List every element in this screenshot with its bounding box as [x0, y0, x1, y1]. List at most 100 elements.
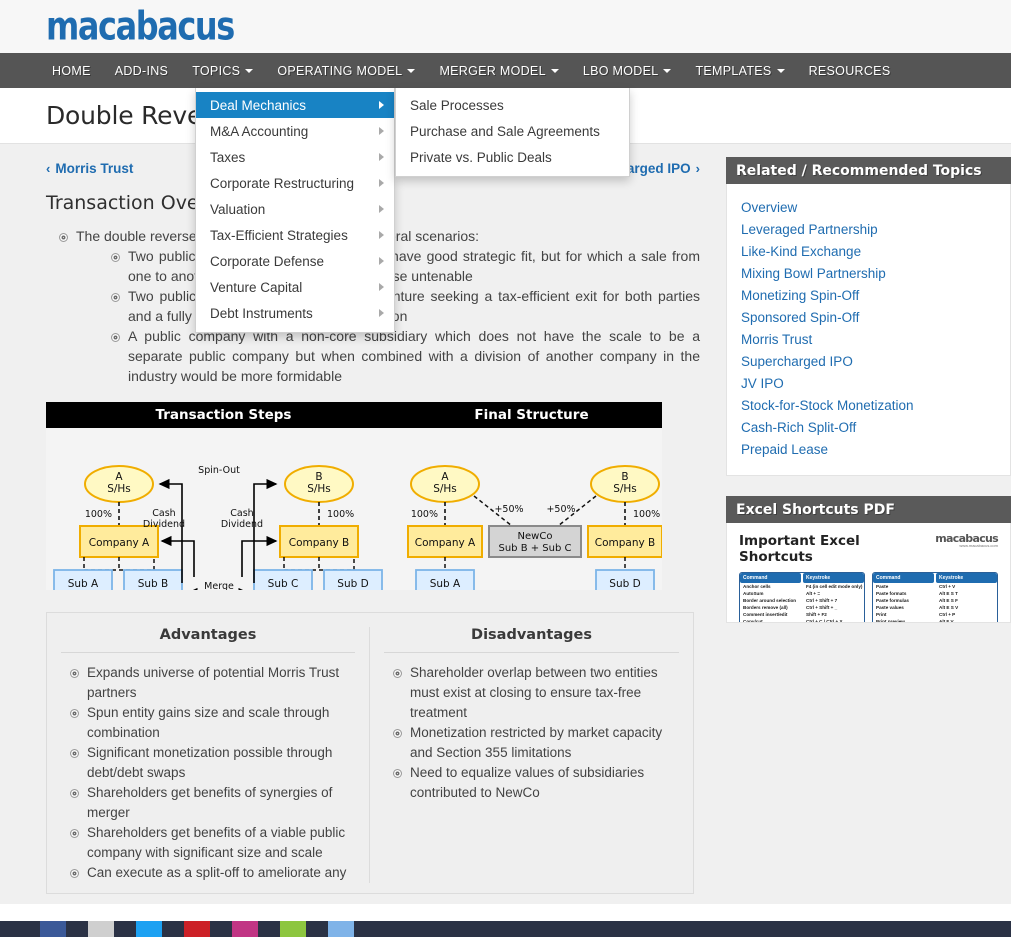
cell-keystroke: Alt F V [939, 619, 954, 623]
sidebar-link-like-kind-exchange[interactable]: Like-Kind Exchange [741, 241, 996, 263]
linkedin-icon[interactable] [328, 921, 354, 937]
cell-keystroke: Ctrl + Shift + 7 [806, 598, 838, 603]
excel-preview-logo: macabacus www.macabacus.com [935, 533, 998, 548]
diagram-svg: A S/Hs B S/Hs 100% 100% Company A Compan [53, 465, 662, 590]
excel-shortcuts-title: Excel Shortcuts PDF [726, 496, 1011, 523]
menu-item-corporate-defense[interactable]: Corporate Defense [196, 248, 394, 274]
nav-label: HOME [52, 63, 91, 78]
rss-icon[interactable] [88, 921, 114, 937]
diagram-body: A S/Hs B S/Hs 100% 100% Company A Compan [46, 428, 662, 590]
prev-article-link[interactable]: ‹ Morris Trust [46, 161, 133, 176]
cell-keystroke: Ctrl + C / Ctrl + X [806, 619, 843, 623]
sidebar-link-jv-ipo[interactable]: JV IPO [741, 373, 996, 395]
menu-item-valuation[interactable]: Valuation [196, 196, 394, 222]
nav-item-templates[interactable]: TEMPLATES [683, 53, 796, 88]
svg-text:Sub A: Sub A [68, 578, 99, 590]
nav-item-operating-model[interactable]: OPERATING MODEL [265, 53, 427, 88]
advantages-column: Advantages Expands universe of potential… [47, 627, 370, 883]
table-row: AutoSum Alt + = [740, 590, 864, 597]
cell-command: Paste formats [876, 591, 907, 596]
chevron-right-icon [379, 283, 384, 291]
submenu-item-private-vs-public-deals[interactable]: Private vs. Public Deals [396, 144, 629, 170]
list-item: Shareholders get benefits of a viable pu… [61, 823, 355, 863]
topics-dropdown-menu: Deal Mechanics M&A Accounting Taxes Corp… [195, 88, 395, 333]
chevron-right-icon [379, 257, 384, 265]
svg-text:B: B [621, 471, 628, 483]
cell-keystroke: F4 (in cell edit mode only) [806, 584, 863, 589]
cell-command: Border around selection [743, 598, 797, 603]
sidebar-link-mixing-bowl-partnership[interactable]: Mixing Bowl Partnership [741, 263, 996, 285]
transaction-diagram: Transaction Steps Final Structure A S/Hs [46, 402, 662, 590]
table-row: Paste Ctrl + V [873, 583, 997, 590]
diagram-header: Transaction Steps Final Structure [46, 402, 662, 428]
list-item: Two public companies with divisions that… [98, 246, 700, 286]
sidebar-link-leveraged-partnership[interactable]: Leveraged Partnership [741, 219, 996, 241]
menu-label: M&A Accounting [210, 123, 309, 139]
nav-item-home[interactable]: HOME [40, 53, 103, 88]
sidebar-link-overview[interactable]: Overview [741, 197, 996, 219]
rss-feed-icon[interactable] [280, 921, 306, 937]
menu-label: Corporate Restructuring [210, 175, 355, 191]
cell-command: Print preview [876, 619, 905, 623]
menu-item-ma-accounting[interactable]: M&A Accounting [196, 118, 394, 144]
menu-item-deal-mechanics[interactable]: Deal Mechanics [196, 92, 394, 118]
svg-text:A: A [115, 471, 123, 483]
svg-text:Dividend: Dividend [143, 519, 185, 530]
svg-text:A: A [441, 471, 449, 483]
excel-shortcuts-preview[interactable]: Important Excel Shortcuts macabacus www.… [726, 523, 1011, 623]
cell-command: AutoSum [743, 591, 764, 596]
excel-preview-header: Important Excel Shortcuts macabacus www.… [739, 533, 999, 565]
table-header-row: Command Keystroke [873, 573, 997, 583]
chevron-right-icon: › [695, 160, 700, 176]
related-topics-list: Overview Leveraged Partnership Like-Kind… [726, 184, 1011, 476]
menu-item-tax-efficient-strategies[interactable]: Tax-Efficient Strategies [196, 222, 394, 248]
list-item: Two public companies in a 50:50 joint ve… [98, 286, 700, 326]
facebook-icon[interactable] [40, 921, 66, 937]
menu-item-corporate-restructuring[interactable]: Corporate Restructuring [196, 170, 394, 196]
cell-keystroke: Ctrl + Shift + _ [806, 605, 838, 610]
sidebar-link-stock-for-stock-monetization[interactable]: Stock-for-Stock Monetization [741, 395, 996, 417]
nav-item-merger-model[interactable]: MERGER MODEL [427, 53, 570, 88]
nav-item-add-ins[interactable]: ADD-INS [103, 53, 181, 88]
svg-text:S/Hs: S/Hs [613, 483, 637, 495]
chevron-down-icon [776, 68, 785, 73]
nav-label: TEMPLATES [695, 63, 772, 78]
sidebar-link-sponsored-spin-off[interactable]: Sponsored Spin-Off [741, 307, 996, 329]
sidebar-link-monetizing-spin-off[interactable]: Monetizing Spin-Off [741, 285, 996, 307]
advantages-disadvantages-table: Advantages Expands universe of potential… [46, 612, 694, 894]
sidebar-link-prepaid-lease[interactable]: Prepaid Lease [741, 439, 996, 461]
sidebar-link-cash-rich-split-off[interactable]: Cash-Rich Split-Off [741, 417, 996, 439]
svg-text:Sub C: Sub C [268, 578, 299, 590]
menu-item-taxes[interactable]: Taxes [196, 144, 394, 170]
nav-item-lbo-model[interactable]: LBO MODEL [571, 53, 684, 88]
svg-text:Sub B + Sub C: Sub B + Sub C [498, 543, 571, 554]
site-logo[interactable]: macabacus [46, 7, 235, 46]
cell-keystroke: Alt + = [806, 591, 821, 596]
svg-text:Sub D: Sub D [337, 578, 368, 590]
nav-item-resources[interactable]: RESOURCES [797, 53, 903, 88]
excel-table-left: Command Keystroke Anchor cells F4 (in cel… [739, 572, 865, 623]
twitter-icon[interactable] [136, 921, 162, 937]
svg-text:S/Hs: S/Hs [433, 483, 457, 495]
instagram-icon[interactable] [232, 921, 258, 937]
svg-text:Company B: Company B [595, 537, 656, 549]
svg-text:Company A: Company A [415, 537, 476, 549]
menu-item-venture-capital[interactable]: Venture Capital [196, 274, 394, 300]
cell-command: Paste values [876, 605, 904, 610]
nav-label: TOPICS [192, 63, 241, 78]
related-topics-title: Related / Recommended Topics [726, 157, 1011, 184]
nav-item-topics[interactable]: TOPICS [180, 53, 265, 88]
youtube-icon[interactable] [184, 921, 210, 937]
cell-keystroke: Shift + F2 [806, 612, 827, 617]
advantages-list: Expands universe of potential Morris Tru… [61, 663, 355, 883]
submenu-item-purchase-and-sale-agreements[interactable]: Purchase and Sale Agreements [396, 118, 629, 144]
cell-command: Borders remove (all) [743, 605, 788, 610]
submenu-item-sale-processes[interactable]: Sale Processes [396, 92, 629, 118]
chevron-down-icon [407, 68, 416, 73]
chevron-right-icon [379, 231, 384, 239]
cell-keystroke: Alt E S T [939, 591, 958, 596]
cell-command: Comment insert/edit [743, 612, 788, 617]
menu-item-debt-instruments[interactable]: Debt Instruments [196, 300, 394, 326]
sidebar-link-supercharged-ipo[interactable]: Supercharged IPO [741, 351, 996, 373]
sidebar-link-morris-trust[interactable]: Morris Trust [741, 329, 996, 351]
